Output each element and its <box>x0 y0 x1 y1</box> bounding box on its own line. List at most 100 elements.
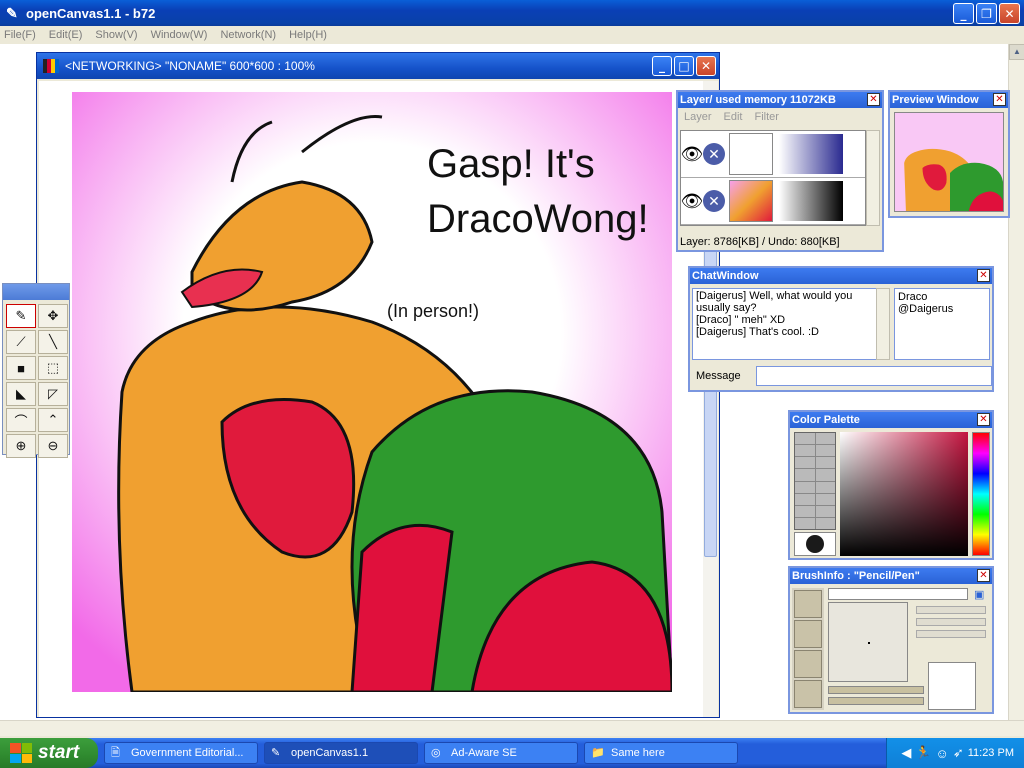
tool-palette-titlebar[interactable] <box>3 284 69 300</box>
eyedropper-tool-icon[interactable]: ⟋ <box>6 330 36 354</box>
canvas-window-titlebar[interactable]: <NETWORKING> "NONAME" 600*600 : 100% _ □… <box>37 53 719 79</box>
lasso-tool-icon[interactable]: ◸ <box>38 382 68 406</box>
pencil-brush-icon[interactable] <box>794 590 822 618</box>
message-input[interactable] <box>756 366 992 386</box>
eye-icon[interactable]: 👁 <box>681 179 704 223</box>
layer-opacity-gradient[interactable] <box>779 181 843 221</box>
layer-list-scrollbar[interactable] <box>866 130 880 226</box>
tray-rocket-icon[interactable]: ➶ <box>953 745 964 761</box>
swatch[interactable] <box>795 505 815 517</box>
brush-blend-control[interactable] <box>916 630 986 638</box>
swatch[interactable] <box>815 433 835 445</box>
swatch[interactable] <box>795 445 815 457</box>
swatch[interactable] <box>795 481 815 493</box>
pressure-curve[interactable] <box>928 662 976 710</box>
menu-network[interactable]: Network(N) <box>220 29 276 41</box>
hue-slider[interactable] <box>972 432 990 556</box>
layer-row[interactable]: 👁 ✕ <box>681 178 865 225</box>
canvas-close-button[interactable]: ✕ <box>696 56 716 76</box>
color-swatches[interactable] <box>794 432 836 530</box>
menu-show[interactable]: Show(V) <box>95 29 137 41</box>
scroll-up-icon[interactable]: ▲ <box>1009 44 1024 60</box>
select-rect-tool-icon[interactable]: ⬚ <box>38 356 68 380</box>
color-palette-close-button[interactable]: ✕ <box>977 413 990 426</box>
swatch[interactable] <box>815 457 835 469</box>
taskbar-item-opencanvas[interactable]: ✎ openCanvas1.1 <box>264 742 418 764</box>
chat-log[interactable]: [Daigerus] Well, what would you usually … <box>692 288 890 360</box>
brush-shape-control[interactable] <box>916 606 986 614</box>
layer-menu-edit[interactable]: Edit <box>724 111 743 123</box>
saturation-value-picker[interactable] <box>840 432 968 556</box>
menu-window[interactable]: Window(W) <box>151 29 208 41</box>
chat-panel-titlebar[interactable]: ChatWindow ✕ <box>690 268 992 284</box>
layer-opacity-gradient[interactable] <box>779 134 843 174</box>
swatch[interactable] <box>815 517 835 529</box>
swatch[interactable] <box>815 505 835 517</box>
maximize-button[interactable]: ❐ <box>976 3 997 24</box>
chat-log-scrollbar[interactable] <box>876 288 890 360</box>
pen-tool-icon[interactable]: ✎ <box>6 304 36 328</box>
swatch[interactable] <box>815 469 835 481</box>
preview-panel-close-button[interactable]: ✕ <box>993 93 1006 106</box>
delete-layer-icon[interactable]: ✕ <box>703 143 725 165</box>
swatch[interactable] <box>795 493 815 505</box>
fill-rect-tool-icon[interactable]: ■ <box>6 356 36 380</box>
chat-user[interactable]: Draco <box>898 291 986 303</box>
zoom-out-tool-icon[interactable]: ⊖ <box>38 434 68 458</box>
taskbar-item-adaware[interactable]: ◎ Ad-Aware SE <box>424 742 578 764</box>
zoom-in-tool-icon[interactable]: ⊕ <box>6 434 36 458</box>
save-icon[interactable]: ▣ <box>974 588 988 602</box>
brush-info-titlebar[interactable]: BrushInfo : "Pencil/Pen" ✕ <box>790 568 992 584</box>
line-tool-icon[interactable]: ╲ <box>38 330 68 354</box>
menu-file[interactable]: File(F) <box>4 29 36 41</box>
start-button[interactable]: start <box>0 738 98 768</box>
color-palette-titlebar[interactable]: Color Palette ✕ <box>790 412 992 428</box>
tray-messenger-icon[interactable]: ☺ <box>936 746 949 761</box>
tray-expand-icon[interactable]: ◀ <box>901 745 911 761</box>
swatch[interactable] <box>795 469 815 481</box>
brush-info-close-button[interactable]: ✕ <box>977 569 990 582</box>
layer-menu-filter[interactable]: Filter <box>755 111 779 123</box>
layer-panel-close-button[interactable]: ✕ <box>867 93 880 106</box>
menu-edit[interactable]: Edit(E) <box>49 29 83 41</box>
brush-size-slider[interactable] <box>828 686 924 694</box>
canvas-minimize-button[interactable]: _ <box>652 56 672 76</box>
water-brush-icon[interactable] <box>794 650 822 678</box>
swatch[interactable] <box>795 517 815 529</box>
airbrush-icon[interactable] <box>794 680 822 708</box>
swatch[interactable] <box>815 493 835 505</box>
workspace-vertical-scrollbar[interactable]: ▲ <box>1008 44 1024 720</box>
brush-density-control[interactable] <box>916 618 986 626</box>
delete-layer-icon[interactable]: ✕ <box>703 190 725 212</box>
polyline-tool-icon[interactable]: ⌃ <box>38 408 68 432</box>
clock[interactable]: 11:23 PM <box>968 747 1014 759</box>
close-button[interactable]: ✕ <box>999 3 1020 24</box>
brush-size-ruler[interactable] <box>828 588 968 600</box>
taskbar-item-editorial[interactable]: 🗎 Government Editorial... <box>104 742 258 764</box>
artwork-canvas[interactable]: Gasp! It's DracoWong! (In person!) <box>72 92 672 692</box>
layer-menu-layer[interactable]: Layer <box>684 111 712 123</box>
canvas-maximize-button[interactable]: □ <box>674 56 694 76</box>
move-tool-icon[interactable]: ✥ <box>38 304 68 328</box>
minimize-button[interactable]: _ <box>953 3 974 24</box>
brush-opacity-slider[interactable] <box>828 697 924 705</box>
curve-tool-icon[interactable]: ⌒ <box>6 408 36 432</box>
swatch[interactable] <box>815 481 835 493</box>
workspace-horizontal-scrollbar[interactable] <box>0 720 1024 736</box>
swatch[interactable] <box>815 445 835 457</box>
taskbar-item-folder[interactable]: 📁 Same here <box>584 742 738 764</box>
current-color[interactable] <box>794 532 836 556</box>
brush-brush-icon[interactable] <box>794 620 822 648</box>
chat-panel-close-button[interactable]: ✕ <box>977 269 990 282</box>
swatch[interactable] <box>795 457 815 469</box>
eye-icon[interactable]: 👁 <box>681 132 704 176</box>
canvas-viewport[interactable]: Gasp! It's DracoWong! (In person!) <box>39 81 703 717</box>
layer-row[interactable]: 👁 ✕ <box>681 131 865 178</box>
swatch[interactable] <box>795 433 815 445</box>
layer-panel-titlebar[interactable]: Layer/ used memory 11072KB ✕ <box>678 92 882 108</box>
preview-panel-titlebar[interactable]: Preview Window ✕ <box>890 92 1008 108</box>
fill-lasso-tool-icon[interactable]: ◣ <box>6 382 36 406</box>
chat-user-list[interactable]: Draco @Daigerus <box>894 288 990 360</box>
menu-help[interactable]: Help(H) <box>289 29 327 41</box>
chat-user[interactable]: @Daigerus <box>898 303 986 315</box>
